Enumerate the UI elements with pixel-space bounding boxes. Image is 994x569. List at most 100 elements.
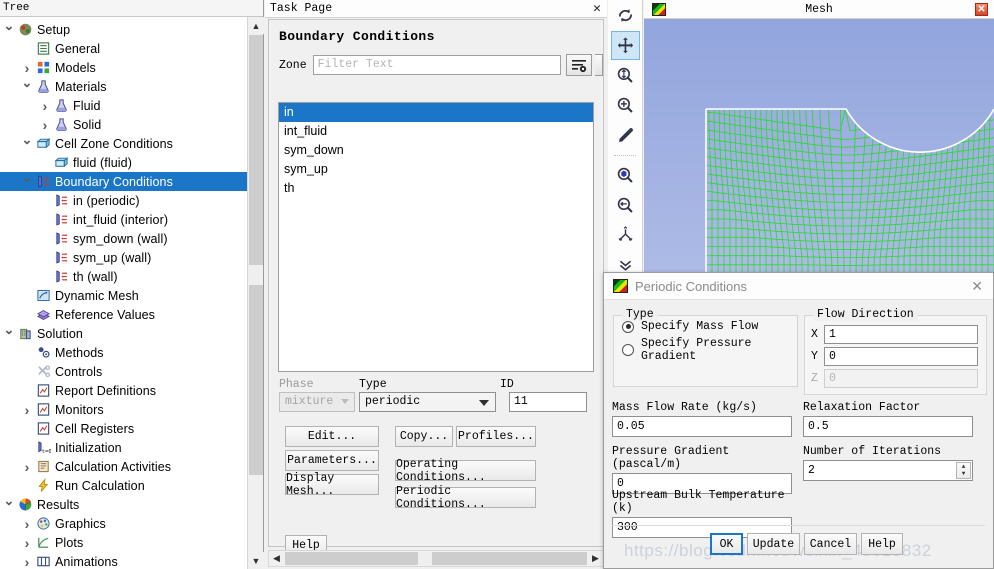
tree-item-sym-up-wall[interactable]: sym_up (wall) xyxy=(0,248,247,267)
close-icon[interactable]: ✕ xyxy=(975,3,988,16)
scroll-up-arrow-icon[interactable]: ▲ xyxy=(248,17,264,34)
scroll-right-arrow-icon[interactable]: ▶ xyxy=(588,551,603,566)
chevron-right-icon[interactable] xyxy=(20,554,34,569)
chevron-down-icon[interactable] xyxy=(2,326,16,342)
radio-specify-mass-flow[interactable]: Specify Mass Flow xyxy=(622,320,797,333)
flow-direction-y-input[interactable]: 0 xyxy=(824,347,978,366)
tree-item-initialization[interactable]: t=0 Initialization xyxy=(0,438,247,457)
tree-item-fluid-fluid[interactable]: fluid (fluid) xyxy=(0,153,247,172)
tree-item-calculation-activities[interactable]: Calculation Activities xyxy=(0,457,247,476)
tree-item-animations[interactable]: Animations xyxy=(0,552,247,569)
tree-item-graphics[interactable]: Graphics xyxy=(0,514,247,533)
chevron-right-icon[interactable] xyxy=(20,516,34,532)
flow-direction-x-input[interactable]: 1 xyxy=(824,325,978,344)
boundary-type-select[interactable]: periodic xyxy=(359,392,496,412)
tree-scrollbar-thumb[interactable] xyxy=(249,265,263,285)
zone-list-item[interactable]: th xyxy=(279,179,593,198)
tree-item-cell-zone-conditions[interactable]: Cell Zone Conditions xyxy=(0,134,247,153)
chevron-right-icon[interactable] xyxy=(20,459,34,475)
rotate-icon[interactable] xyxy=(611,1,640,30)
tree-item-in-periodic[interactable]: in (periodic) xyxy=(0,191,247,210)
profiles-button[interactable]: Profiles... xyxy=(456,426,536,447)
chevron-right-icon[interactable] xyxy=(38,117,52,133)
tree-item-reference-values[interactable]: Reference Values xyxy=(0,305,247,324)
tree-item-results[interactable]: Results xyxy=(0,495,247,514)
zoom-to-object-icon[interactable] xyxy=(611,161,640,190)
edit-button[interactable]: Edit... xyxy=(285,426,379,447)
stepper-spinner[interactable]: ▲ ▼ xyxy=(956,462,971,479)
tree-item-materials[interactable]: Materials xyxy=(0,77,247,96)
zoom-out-icon[interactable] xyxy=(611,191,640,220)
zone-filter-input[interactable]: Filter Text xyxy=(312,55,561,75)
tree-item-th-wall[interactable]: th (wall) xyxy=(0,267,247,286)
filter-options-button[interactable] xyxy=(566,54,592,76)
radio-specify-pressure-gradient[interactable]: Specify Pressure Gradient xyxy=(622,337,797,363)
tree-item-controls[interactable]: Controls xyxy=(0,362,247,381)
chevron-down-icon[interactable] xyxy=(2,497,16,513)
zone-list-item[interactable]: sym_up xyxy=(279,160,593,179)
filter-overflow-button[interactable] xyxy=(595,54,603,76)
task-page-horizontal-scrollbar[interactable]: ◀ ▶ xyxy=(268,550,604,567)
chevron-right-icon[interactable] xyxy=(38,98,52,114)
tree-item-boundary-conditions[interactable]: Boundary Conditions xyxy=(0,172,247,191)
zone-id-input[interactable]: 11 xyxy=(509,392,587,412)
chevron-down-icon[interactable] xyxy=(20,79,34,95)
scroll-left-arrow-icon[interactable]: ◀ xyxy=(269,551,284,566)
hscroll-thumb[interactable] xyxy=(418,552,432,565)
relaxation-factor-input[interactable]: 0.5 xyxy=(803,416,973,437)
stepper-down-icon[interactable]: ▼ xyxy=(962,471,966,477)
tree-item-dynamic-mesh[interactable]: Dynamic Mesh xyxy=(0,286,247,305)
parameters-button[interactable]: Parameters... xyxy=(285,450,379,471)
ok-button[interactable]: OK xyxy=(710,533,743,555)
zone-list-item[interactable]: int_fluid xyxy=(279,122,593,141)
tree-item-solution[interactable]: Solution xyxy=(0,324,247,343)
stepper-up-icon[interactable]: ▲ xyxy=(962,463,966,470)
chevron-down-icon[interactable] xyxy=(20,174,34,190)
tree-item-setup[interactable]: Setup xyxy=(0,20,247,39)
tree-list[interactable]: Setup General Models Materials Fluid Solid Cel… xyxy=(0,17,247,569)
close-icon[interactable]: ✕ xyxy=(971,273,983,300)
tree-item-report-definitions[interactable]: Report Definitions xyxy=(0,381,247,400)
chevron-right-icon[interactable] xyxy=(20,535,34,551)
periodic-conditions-button[interactable]: Periodic Conditions... xyxy=(395,485,536,511)
mesh-split-icon[interactable] xyxy=(611,221,640,250)
mass-flow-rate-input[interactable]: 0.05 xyxy=(612,416,792,437)
phase-select[interactable]: mixture xyxy=(279,392,355,412)
chevron-right-icon[interactable] xyxy=(20,60,34,76)
tree-item-monitors[interactable]: Monitors xyxy=(0,400,247,419)
tree-scrollbar-track[interactable] xyxy=(249,35,263,475)
tree-vertical-scrollbar[interactable]: ▲ ▼ xyxy=(247,17,264,569)
radio-button-icon[interactable] xyxy=(622,344,634,356)
chevron-down-icon[interactable] xyxy=(2,22,16,38)
tree-item-run-calculation[interactable]: Run Calculation xyxy=(0,476,247,495)
chevron-down-icon[interactable] xyxy=(20,136,34,152)
probe-picker-icon[interactable] xyxy=(611,121,640,150)
hscroll-track[interactable] xyxy=(285,552,587,565)
zoom-field-icon[interactable] xyxy=(611,61,640,90)
copy-button[interactable]: Copy... xyxy=(395,426,453,447)
radio-button-icon[interactable] xyxy=(622,320,634,333)
display-mesh-button[interactable]: Display Mesh... xyxy=(285,472,379,498)
update-button[interactable]: Update xyxy=(747,533,800,555)
zoom-in-icon[interactable] xyxy=(611,91,640,120)
operating-conditions-button[interactable]: Operating Conditions... xyxy=(395,458,536,484)
tree-item-solid[interactable]: Solid xyxy=(0,115,247,134)
chevron-right-icon[interactable] xyxy=(20,402,34,418)
scroll-down-arrow-icon[interactable]: ▼ xyxy=(248,552,264,569)
help-button[interactable]: Help xyxy=(861,533,903,555)
zone-list[interactable]: in int_fluid sym_down sym_up th xyxy=(278,102,594,372)
number-of-iterations-input[interactable]: 2 ▲ ▼ xyxy=(803,460,973,481)
tree-item-fluid[interactable]: Fluid xyxy=(0,96,247,115)
tree-item-general[interactable]: General xyxy=(0,39,247,58)
tree-item-methods[interactable]: Methods xyxy=(0,343,247,362)
tree-item-cell-registers[interactable]: Cell Registers xyxy=(0,419,247,438)
zone-list-item[interactable]: in xyxy=(279,103,593,122)
pan-move-icon[interactable] xyxy=(610,31,640,60)
cancel-button[interactable]: Cancel xyxy=(804,533,857,555)
tree-item-models[interactable]: Models xyxy=(0,58,247,77)
tree-item-plots[interactable]: Plots xyxy=(0,533,247,552)
close-icon[interactable]: ✕ xyxy=(593,0,601,18)
tree-item-sym-down-wall[interactable]: sym_down (wall) xyxy=(0,229,247,248)
tree-item-int-fluid-interior[interactable]: int_fluid (interior) xyxy=(0,210,247,229)
zone-list-item[interactable]: sym_down xyxy=(279,141,593,160)
